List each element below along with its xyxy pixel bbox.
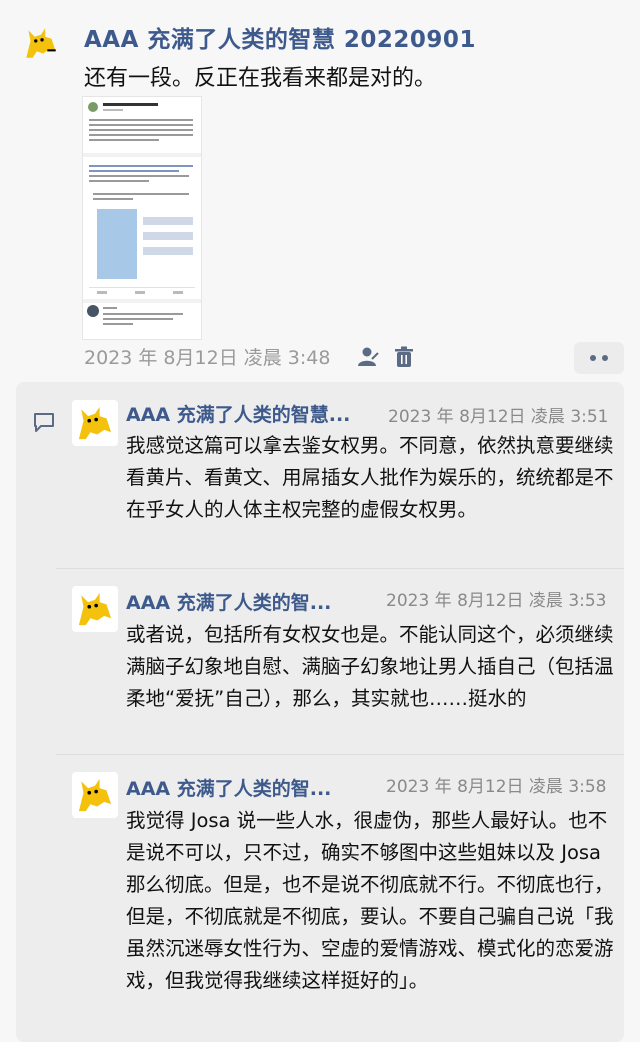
comment-avatar[interactable] — [72, 400, 118, 446]
comment-time: 2023 年 8月12日 凌晨 3:58 — [386, 777, 607, 797]
post-author[interactable]: AAA 充满了人类的智慧 20220901 — [84, 20, 476, 54]
dot — [590, 355, 596, 361]
comment-author[interactable]: AAA 充满了人类的智慧... — [126, 400, 384, 427]
trash-icon[interactable] — [392, 345, 416, 369]
comment-author[interactable]: AAA 充满了人类的智... — [126, 774, 376, 801]
comment-time: 2023 年 8月12日 凌晨 3:51 — [388, 407, 609, 427]
more-button[interactable] — [574, 342, 624, 374]
divider — [56, 754, 624, 755]
comment-author[interactable]: AAA 充满了人类的智... — [126, 588, 376, 615]
comment-icon[interactable] — [32, 410, 56, 434]
comment-text: 我感觉这篇可以拿去鉴女权男。不同意，依然执意要继续看黄片、看黄文、用屌插女人批作… — [126, 434, 614, 521]
dot — [602, 355, 608, 361]
cat-avatar-icon — [26, 28, 56, 58]
cat-avatar-icon — [78, 778, 112, 812]
person-icon[interactable] — [356, 345, 380, 369]
comment-text: 或者说，包括所有女权女也是。不能认同这个，必须继续满脑子幻象地自慰、满脑子幻象地… — [126, 623, 614, 710]
post-text: 还有一段。反正在我看来都是对的。 — [84, 66, 437, 91]
post-image-thumbnail[interactable] — [82, 96, 202, 340]
comment-text: 我觉得 Josa 说一些人水，很虚伪，那些人最好认。也不是说不可以，只不过，确实… — [126, 809, 614, 992]
comment-time: 2023 年 8月12日 凌晨 3:53 — [386, 591, 607, 611]
screenshot-image — [83, 97, 201, 339]
cat-avatar-icon — [78, 592, 112, 626]
comment-avatar[interactable] — [72, 772, 118, 818]
post-timestamp: 2023 年 8月12日 凌晨 3:48 — [84, 347, 331, 369]
cat-avatar-icon — [78, 406, 112, 440]
divider — [56, 568, 624, 569]
avatar[interactable] — [20, 22, 62, 64]
comment-avatar[interactable] — [72, 586, 118, 632]
